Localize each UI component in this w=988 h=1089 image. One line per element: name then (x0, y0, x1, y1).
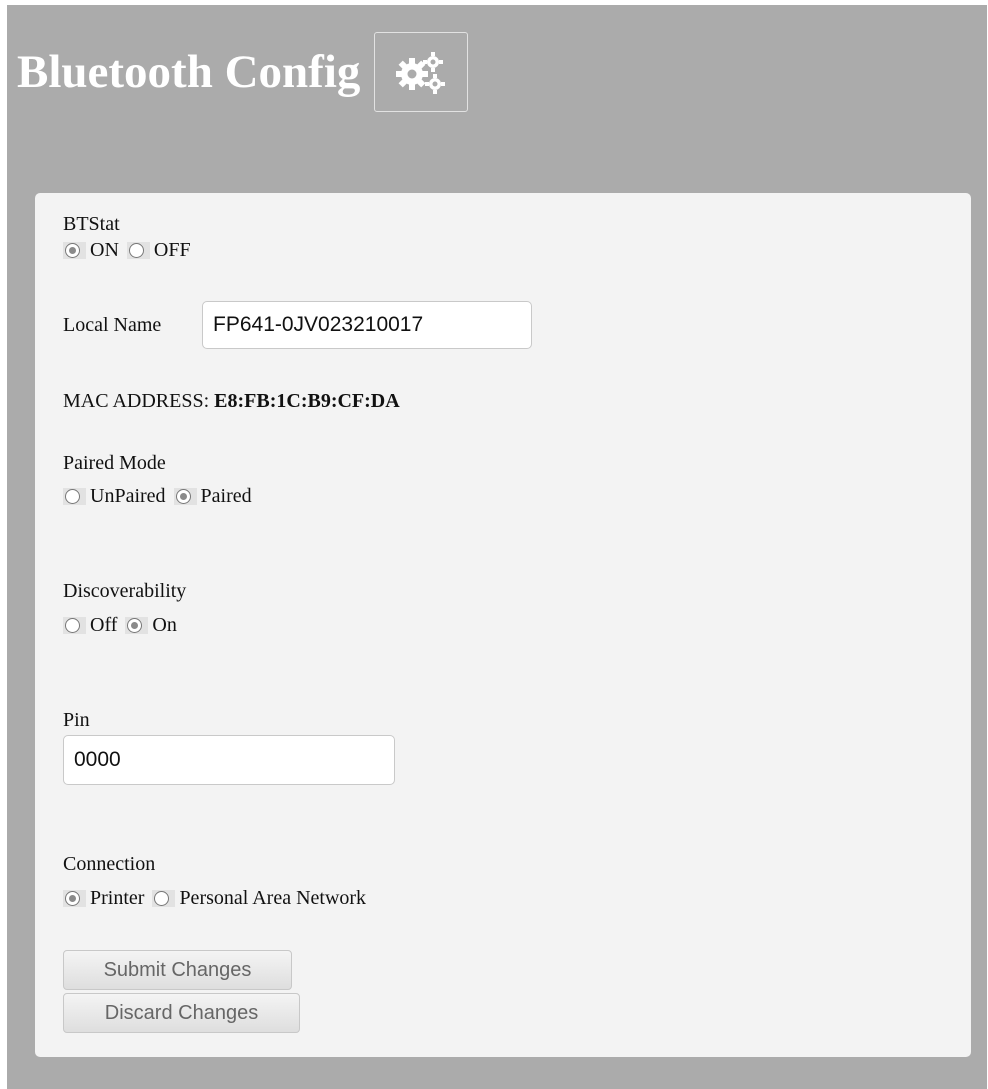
printer-label: Printer (90, 887, 145, 909)
btstat-on-label: ON (90, 239, 119, 261)
btstat-off-option[interactable]: OFF (126, 239, 191, 262)
mac-address: MAC ADDRESS: E8:FB:1C:B9:CF:DA (63, 390, 400, 413)
printer-radio[interactable] (65, 891, 80, 906)
local-name-label: Local Name (63, 314, 162, 336)
pan-radio[interactable] (154, 891, 170, 906)
paired-label: Paired (200, 485, 252, 507)
discoverability-on-radio[interactable] (127, 618, 143, 633)
discoverability-radio-group: Off On (63, 614, 185, 637)
discoverability-on-label: On (152, 614, 177, 636)
config-panel: BTStat ON OFF Local Name MAC ADDRESS: E8… (35, 193, 971, 1057)
btstat-radio-group: ON OFF (63, 239, 199, 262)
pan-label: Personal Area Network (179, 887, 367, 909)
page-background: Bluetooth Config BTStat ON OFF Local Nam… (7, 5, 987, 1089)
discard-changes-button[interactable]: Discard Changes (63, 993, 300, 1033)
btstat-on-option[interactable]: ON (63, 239, 119, 262)
btstat-on-radio[interactable] (65, 243, 80, 258)
paired-mode-radio-group: UnPaired Paired (63, 485, 260, 508)
unpaired-label: UnPaired (90, 485, 166, 507)
unpaired-radio[interactable] (65, 489, 80, 504)
btstat-label: BTStat (63, 213, 120, 235)
local-name-input[interactable] (202, 301, 532, 349)
discoverability-off-radio[interactable] (65, 618, 80, 633)
pin-label: Pin (63, 709, 90, 731)
gears-icon (396, 52, 446, 94)
paired-mode-label: Paired Mode (63, 452, 166, 474)
header: Bluetooth Config (17, 27, 469, 117)
discoverability-label: Discoverability (63, 580, 187, 602)
discoverability-off-option[interactable]: Off (63, 614, 117, 637)
submit-changes-button[interactable]: Submit Changes (63, 950, 292, 990)
connection-radio-group: Printer Personal Area Network (63, 887, 374, 910)
btstat-off-radio[interactable] (128, 243, 144, 258)
discoverability-on-option[interactable]: On (125, 614, 177, 637)
discoverability-off-label: Off (90, 614, 118, 636)
btstat-off-label: OFF (153, 239, 191, 261)
pan-option[interactable]: Personal Area Network (152, 887, 366, 910)
unpaired-option[interactable]: UnPaired (63, 485, 166, 508)
mac-address-label: MAC ADDRESS: (63, 390, 210, 412)
settings-button[interactable] (374, 32, 469, 112)
pin-input[interactable] (63, 735, 395, 785)
connection-label: Connection (63, 853, 156, 875)
page-title: Bluetooth Config (17, 45, 361, 98)
mac-address-value: E8:FB:1C:B9:CF:DA (214, 390, 400, 412)
paired-radio[interactable] (175, 489, 191, 504)
paired-option[interactable]: Paired (173, 485, 252, 508)
printer-option[interactable]: Printer (63, 887, 144, 910)
